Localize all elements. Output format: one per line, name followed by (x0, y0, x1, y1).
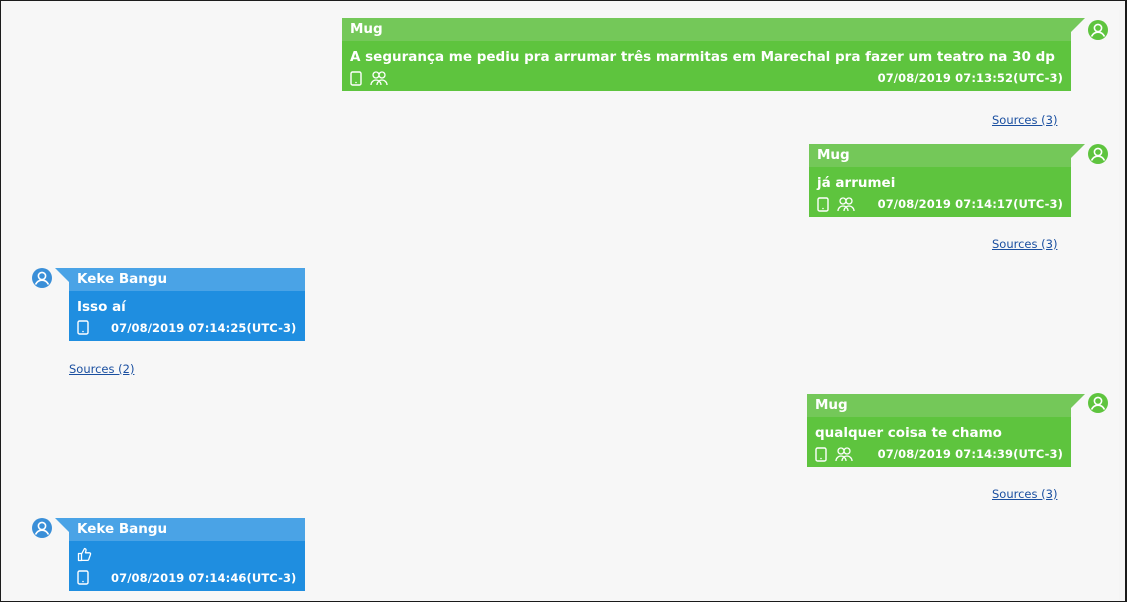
message-text: qualquer coisa te chamo (815, 425, 1002, 441)
group-icon (835, 446, 853, 466)
sender-name: Mug (809, 144, 1071, 167)
chat-frame: Mug A segurança me pediu pra arrumar trê… (0, 0, 1127, 602)
phone-icon (77, 570, 89, 589)
avatar-icon (1088, 144, 1108, 164)
sender-name: Mug (807, 394, 1071, 417)
sender-name: Keke Bangu (69, 518, 305, 541)
message-timestamp: 07/08/2019 07:13:52(UTC-3) (877, 71, 1063, 85)
phone-icon (815, 446, 827, 466)
message-bubble-outgoing: Mug já arrumei 07/08/2019 07:14:17(UTC-3… (809, 144, 1085, 217)
message-timestamp: 07/08/2019 07:14:39(UTC-3) (877, 447, 1063, 461)
message-text: já arrumei (817, 175, 896, 191)
sender-name: Mug (342, 18, 1071, 41)
thumbs-up-icon (77, 547, 92, 568)
phone-icon (350, 70, 362, 90)
message-text: A segurança me pediu pra arrumar três ma… (350, 49, 1055, 65)
message-bubble-outgoing: Mug qualquer coisa te chamo 07/08/2019 0… (807, 394, 1085, 467)
message-text (69, 541, 305, 567)
phone-icon (817, 196, 829, 216)
sources-link[interactable]: Sources (3) (992, 487, 1057, 501)
sender-name: Keke Bangu (69, 268, 305, 291)
group-icon (370, 70, 388, 90)
message-bubble-incoming: Keke Bangu Isso aí 07/08/2019 07:14:25(U… (55, 268, 305, 341)
message-timestamp: 07/08/2019 07:14:17(UTC-3) (877, 197, 1063, 211)
message-bubble-incoming: Keke Bangu 07/08/2019 07:14:46(UTC-3) (55, 518, 305, 591)
avatar-icon (32, 268, 52, 288)
chat-area: Mug A segurança me pediu pra arrumar trê… (10, 10, 1119, 601)
sources-link[interactable]: Sources (3) (992, 237, 1057, 251)
message-bubble-outgoing: Mug A segurança me pediu pra arrumar trê… (342, 18, 1085, 91)
sources-link[interactable]: Sources (3) (992, 113, 1057, 127)
avatar-icon (1088, 20, 1108, 40)
sources-link[interactable]: Sources (2) (69, 362, 134, 376)
message-text: Isso aí (77, 299, 126, 315)
group-icon (837, 196, 855, 216)
message-timestamp: 07/08/2019 07:14:46(UTC-3) (111, 571, 297, 585)
phone-icon (77, 320, 89, 339)
avatar-icon (1088, 393, 1108, 413)
avatar-icon (32, 518, 52, 538)
message-timestamp: 07/08/2019 07:14:25(UTC-3) (111, 321, 297, 335)
